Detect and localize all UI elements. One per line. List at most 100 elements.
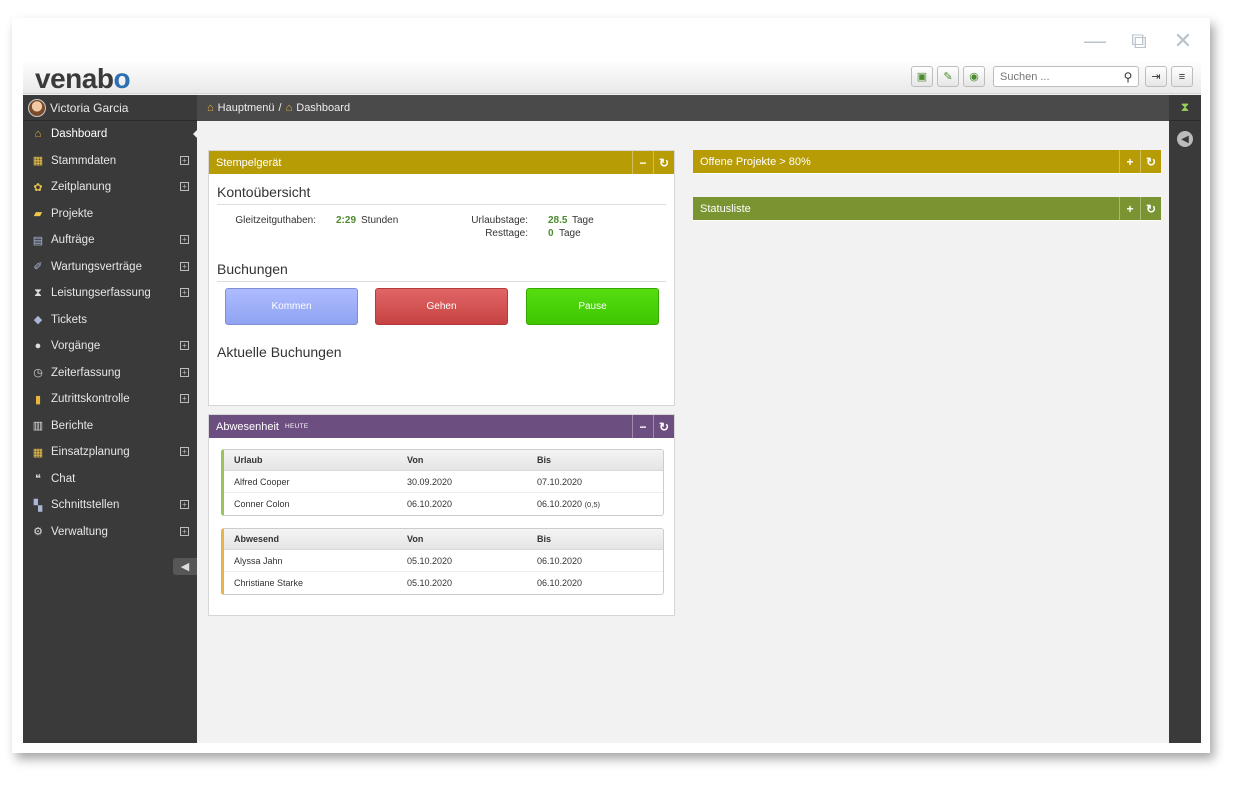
cell-von: 06.10.2020 bbox=[407, 499, 453, 509]
today-badge: HEUTE bbox=[285, 423, 309, 430]
expand-icon[interactable]: + bbox=[180, 235, 189, 244]
sidebar-item-dashboard[interactable]: ⌂ Dashboard bbox=[23, 121, 198, 148]
orders-icon: ▤ bbox=[32, 234, 44, 247]
right-sidebar: ⧗ ◀ bbox=[1169, 95, 1201, 743]
sidebar-item-label: Projekte bbox=[51, 207, 94, 220]
sidebar-item-auftraege[interactable]: ▤ Aufträge + bbox=[23, 227, 197, 254]
sidebar-item-label: Zutrittskontrolle bbox=[51, 393, 130, 406]
menu-icon[interactable]: ≡ bbox=[1171, 66, 1193, 87]
venabo-logo[interactable]: venabo bbox=[35, 63, 131, 95]
sidebar-item-verwaltung[interactable]: ⚙ Verwaltung + bbox=[23, 519, 197, 546]
breadcrumb-current[interactable]: Dashboard bbox=[296, 102, 350, 114]
sidebar-item-label: Berichte bbox=[51, 419, 94, 432]
user-profile[interactable]: Victoria Garcia bbox=[23, 95, 197, 121]
cell-bis-date: 06.10.2020 bbox=[537, 499, 583, 509]
refresh-icon[interactable]: ↻ bbox=[653, 415, 674, 438]
wrench-icon: ✐ bbox=[33, 261, 43, 274]
table-row[interactable]: Conner Colon 06.10.2020 06.10.2020 (0,5) bbox=[224, 493, 663, 515]
sidebar-item-tickets[interactable]: ◆ Tickets bbox=[23, 307, 197, 334]
app-root: venabo ▣ ✎ ◉ ⚲ ⇥ ≡ Victoria Garcia ⌂ bbox=[23, 60, 1201, 743]
column-header: Von bbox=[407, 534, 424, 544]
sidebar-item-stammdaten[interactable]: ▦ Stammdaten + bbox=[23, 148, 197, 175]
expand-icon[interactable]: + bbox=[180, 155, 189, 165]
buchungen-title: Buchungen bbox=[217, 251, 666, 282]
arrow-left-circle-icon[interactable]: ◀ bbox=[1177, 131, 1193, 147]
search-document-icon[interactable]: ◉ bbox=[963, 66, 985, 87]
expand-icon[interactable]: + bbox=[180, 500, 189, 509]
expand-icon[interactable]: + bbox=[180, 261, 189, 271]
gehen-button[interactable]: Gehen bbox=[375, 288, 508, 325]
sidebar-item-projekte[interactable]: ▰ Projekte bbox=[23, 201, 197, 228]
planning-icon: ▦ bbox=[32, 446, 44, 459]
sidebar-item-einsatzplanung[interactable]: ▦ Einsatzplanung + bbox=[23, 439, 197, 466]
minimize-panel-icon[interactable]: − bbox=[632, 151, 653, 174]
kommen-button[interactable]: Kommen bbox=[225, 288, 358, 325]
application-window: — ⧉ ✕ venabo ▣ ✎ ◉ ⚲ ⇥ ≡ Victoria G bbox=[12, 18, 1210, 753]
booking-buttons: Kommen Gehen Pause bbox=[209, 282, 674, 334]
table-row[interactable]: Alyssa Jahn 05.10.2020 06.10.2020 bbox=[224, 550, 663, 572]
column-header: Abwesend bbox=[234, 534, 280, 544]
home-icon: ⌂ bbox=[285, 102, 293, 114]
panel-title: Stempelgerät bbox=[216, 156, 282, 169]
new-document-icon[interactable]: ▣ bbox=[911, 66, 933, 87]
sidebar-item-label: Stammdaten bbox=[51, 154, 117, 167]
breadcrumb-root[interactable]: Hauptmenü bbox=[218, 102, 275, 114]
refresh-icon[interactable]: ↻ bbox=[653, 151, 674, 174]
refresh-icon[interactable]: ↻ bbox=[1140, 197, 1161, 220]
restore-icon[interactable]: ⧉ bbox=[1126, 28, 1152, 54]
add-icon[interactable]: + bbox=[1119, 150, 1140, 173]
collapse-sidebar-button[interactable]: ◀ bbox=[173, 558, 197, 575]
sidebar-item-schnittstellen[interactable]: ▚ Schnittstellen + bbox=[23, 492, 197, 519]
sidebar-item-leistungserfassung[interactable]: ⧗ Leistungserfassung + bbox=[23, 280, 197, 307]
table-row[interactable]: Alfred Cooper 30.09.2020 07.10.2020 bbox=[224, 471, 663, 493]
search-icon[interactable]: ⚲ bbox=[1118, 70, 1138, 84]
cell-bis: 06.10.2020 (0,5) bbox=[537, 499, 600, 509]
ticket-icon: ◆ bbox=[33, 314, 43, 327]
interface-icon: ▚ bbox=[33, 499, 43, 512]
statusliste-panel: Statusliste + ↻ bbox=[693, 197, 1161, 221]
hourglass-icon[interactable]: ⧗ bbox=[1169, 95, 1201, 121]
sidebar-item-zeitplanung[interactable]: ✿ Zeitplanung + bbox=[23, 174, 197, 201]
search-input[interactable] bbox=[994, 67, 1118, 86]
folder-icon: ▦ bbox=[32, 155, 44, 168]
attachment-icon[interactable]: ✎ bbox=[937, 66, 959, 87]
sidebar-item-label: Vorgänge bbox=[51, 340, 101, 353]
expand-icon[interactable]: + bbox=[180, 394, 189, 403]
minimize-icon[interactable]: — bbox=[1082, 28, 1108, 54]
sidebar-item-berichte[interactable]: ▥ Berichte bbox=[23, 413, 197, 440]
sidebar-item-vorgaenge[interactable]: ● Vorgänge + bbox=[23, 333, 197, 360]
sidebar-item-label: Aufträge bbox=[51, 234, 95, 247]
sidebar-item-label: Schnittstellen bbox=[51, 499, 120, 512]
minimize-panel-icon[interactable]: − bbox=[632, 415, 653, 438]
expand-icon[interactable]: + bbox=[180, 341, 189, 350]
abwesenheit-panel: Abwesenheit HEUTE − ↻ Urlaub Von Bis Alf… bbox=[208, 414, 675, 616]
sidebar-item-wartungsvertraege[interactable]: ✐ Wartungsverträge + bbox=[23, 254, 197, 281]
expand-icon[interactable]: + bbox=[180, 288, 189, 297]
rest-label: Resttage: bbox=[485, 228, 528, 239]
refresh-icon[interactable]: ↻ bbox=[1140, 150, 1161, 173]
sidebar-item-chat[interactable]: ❝ Chat bbox=[23, 466, 197, 493]
project-icon: ▰ bbox=[33, 208, 43, 221]
logout-icon[interactable]: ⇥ bbox=[1145, 66, 1167, 87]
sidebar-item-label: Zeiterfassung bbox=[51, 366, 121, 379]
sidebar: Victoria Garcia ⌂ Dashboard ▦ Stammdaten… bbox=[23, 95, 198, 743]
abwesenheit-panel-header: Abwesenheit HEUTE − ↻ bbox=[209, 415, 674, 438]
sidebar-item-zutrittskontrolle[interactable]: ▮ Zutrittskontrolle + bbox=[23, 386, 197, 413]
add-icon[interactable]: + bbox=[1119, 197, 1140, 220]
panel-title: Offene Projekte > 80% bbox=[700, 155, 811, 168]
pause-button[interactable]: Pause bbox=[526, 288, 659, 325]
sidebar-item-zeiterfassung[interactable]: ◷ Zeiterfassung + bbox=[23, 360, 197, 387]
table-row[interactable]: Christiane Starke 05.10.2020 06.10.2020 bbox=[224, 572, 663, 594]
expand-icon[interactable]: + bbox=[180, 447, 189, 456]
panel-title: Statusliste bbox=[700, 202, 751, 215]
close-icon[interactable]: ✕ bbox=[1170, 28, 1196, 54]
half-day-note: (0,5) bbox=[584, 500, 600, 509]
top-toolbar: ▣ ✎ ◉ ⚲ ⇥ ≡ bbox=[911, 66, 1193, 87]
expand-icon[interactable]: + bbox=[180, 526, 189, 536]
top-bar: venabo ▣ ✎ ◉ ⚲ ⇥ ≡ bbox=[23, 60, 1201, 94]
sidebar-item-label: Tickets bbox=[51, 313, 87, 326]
expand-icon[interactable]: + bbox=[180, 182, 189, 191]
sidebar-item-label: Dashboard bbox=[51, 128, 108, 141]
offene-projekte-panel: Offene Projekte > 80% + ↻ bbox=[693, 150, 1161, 174]
expand-icon[interactable]: + bbox=[180, 367, 189, 377]
